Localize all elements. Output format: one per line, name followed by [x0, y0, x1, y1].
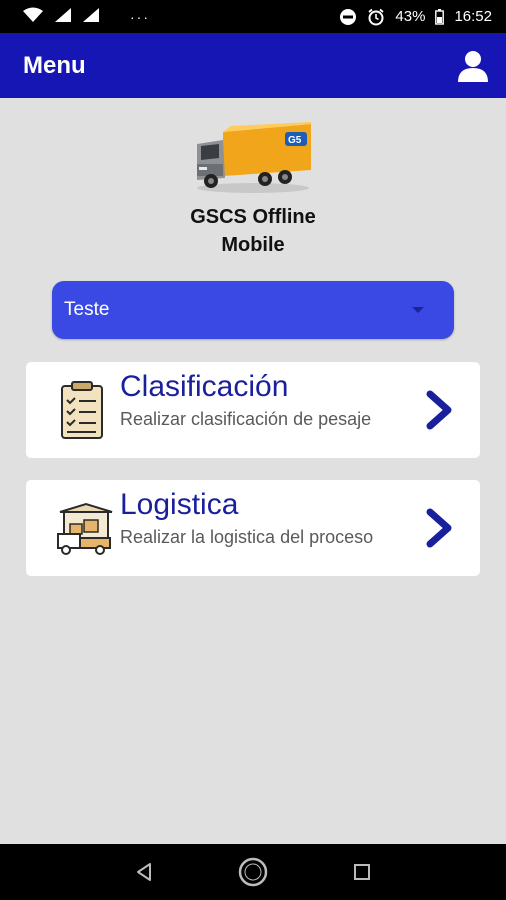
app-name-line2: Mobile: [221, 234, 285, 256]
chevron-right-icon: [424, 508, 456, 548]
user-icon: [458, 50, 488, 82]
battery-icon: [435, 8, 445, 25]
app-name-line1: GSCS Offline: [190, 206, 316, 228]
status-right: 43% 16:52: [339, 8, 492, 26]
card-description: Realizar la logistica del proceso: [120, 527, 374, 547]
battery-text: 43%: [395, 8, 426, 25]
chevron-right-icon: [424, 390, 456, 430]
home-circle-icon: [238, 857, 268, 887]
home-button[interactable]: [235, 854, 271, 890]
selector-dropdown[interactable]: Teste: [52, 281, 454, 339]
back-button[interactable]: [126, 854, 162, 890]
system-nav-bar: [0, 844, 506, 900]
profile-button[interactable]: [456, 49, 490, 83]
svg-text:G5: G5: [288, 135, 302, 146]
card-title: Clasificación: [120, 370, 289, 403]
selector-value: Teste: [64, 299, 110, 320]
menu-item-clasificacion[interactable]: Clasificación Realizar clasificación de …: [26, 362, 480, 458]
card-description: Realizar clasificación de pesaje: [120, 409, 372, 429]
card-title: Logistica: [120, 488, 239, 521]
notification-overflow: ···: [130, 8, 150, 25]
recents-square-icon: [353, 864, 370, 880]
clipboard-checklist-icon: [56, 380, 112, 440]
menu-item-logistica[interactable]: Logistica Realizar la logistica del proc…: [26, 480, 480, 576]
recents-button[interactable]: [344, 854, 380, 890]
status-bar: ··· 43% 16:52: [0, 0, 506, 33]
dropdown-arrow-icon: [412, 307, 424, 313]
app-header: Menu: [0, 33, 506, 98]
wifi-icon: [22, 7, 44, 27]
back-triangle-icon: [137, 863, 152, 881]
status-left: ···: [22, 7, 150, 27]
signal-icon-2: [82, 7, 100, 27]
signal-icon: [54, 7, 72, 27]
page-title: Menu: [23, 51, 86, 79]
app-name: GSCS Offline Mobile: [0, 203, 506, 259]
alarm-icon: [367, 8, 385, 26]
app-logo-truck-icon: G5: [193, 120, 313, 194]
clock: 16:52: [454, 8, 492, 25]
do-not-disturb-icon: [339, 8, 357, 26]
logistics-truck-icon: [56, 498, 113, 558]
